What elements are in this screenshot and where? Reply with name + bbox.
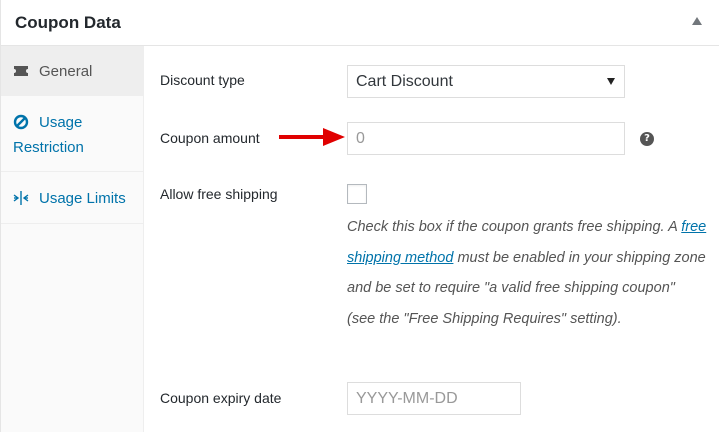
discount-type-label: Discount type [160,72,245,88]
free-shipping-checkbox[interactable] [347,184,367,204]
tab-general[interactable]: General [1,46,144,96]
tab-general-label: General [39,63,93,80]
discount-type-select[interactable]: Cart Discount [347,65,625,98]
coupon-amount-label: Coupon amount [160,130,260,146]
panel-title: Coupon Data [15,13,121,32]
compress-arrows-icon [13,191,29,205]
coupon-data-panel: Coupon Data General Usage Restriction Us… [0,0,719,432]
free-shipping-label: Allow free shipping [160,186,278,202]
chevron-down-icon [607,78,615,85]
tab-usage-restriction-label-line2: Restriction [13,139,84,156]
free-shipping-description: Check this box if the coupon grants free… [347,212,707,334]
tab-usage-limits-label: Usage Limits [39,190,126,207]
coupon-tabs-sidebar: General Usage Restriction Usage Limits [1,46,144,432]
expiry-date-label: Coupon expiry date [160,390,282,406]
triangle-up-icon[interactable] [691,16,703,26]
free-shipping-desc-before: Check this box if the coupon grants free… [347,219,682,235]
question-mark-icon[interactable]: ? [640,132,654,146]
tab-usage-restriction[interactable]: Usage Restriction [1,96,144,172]
tab-usage-limits[interactable]: Usage Limits [1,172,144,224]
tab-usage-restriction-label-line1: Usage [39,114,83,131]
panel-header: Coupon Data [1,0,719,46]
coupon-amount-input[interactable] [347,122,625,155]
expiry-date-input[interactable] [347,382,521,415]
discount-type-value: Cart Discount [356,73,453,90]
ticket-icon [14,66,28,76]
red-arrow-icon [279,128,345,146]
no-entry-circle-icon [13,114,29,130]
